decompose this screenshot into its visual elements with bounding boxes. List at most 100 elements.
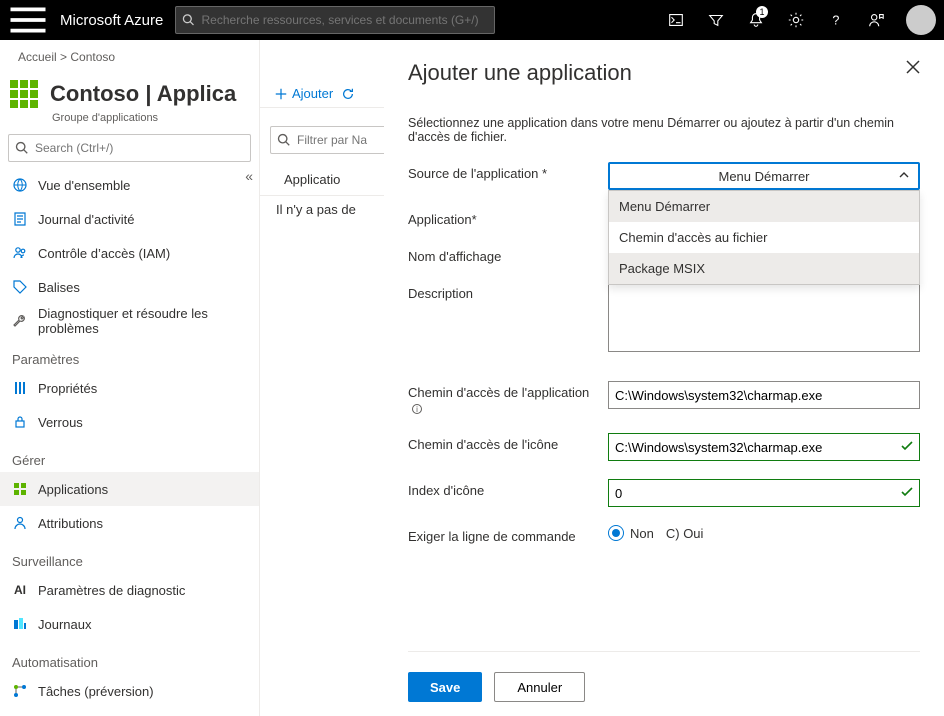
people-icon [12, 245, 28, 261]
label-require-cmdline: Exiger la ligne de commande [408, 525, 598, 544]
directories-button[interactable] [698, 0, 734, 40]
nav-overview[interactable]: Vue d'ensemble [0, 168, 259, 202]
label-description: Description [408, 282, 598, 301]
icon-path-input[interactable] [608, 433, 920, 461]
globe-icon [12, 177, 28, 193]
add-application-panel: Ajouter une application Sélectionnez une… [384, 40, 944, 716]
grid-icon [12, 481, 28, 497]
person-icon [12, 515, 28, 531]
hamburger-icon [8, 0, 48, 40]
sidebar-search-input[interactable] [35, 141, 250, 155]
add-label: Ajouter [292, 86, 333, 101]
svg-text:?: ? [832, 14, 839, 28]
nav-properties[interactable]: Propriétés [0, 371, 259, 405]
close-panel-button[interactable] [906, 60, 920, 77]
terminal-icon [667, 11, 685, 29]
radio-yes[interactable]: C) Oui [666, 526, 704, 541]
save-button[interactable]: Save [408, 672, 482, 702]
section-surveillance: Surveillance [0, 540, 259, 573]
filter-icon [707, 11, 725, 29]
nav-list: Vue d'ensemble Journal d'activité Contrô… [0, 168, 259, 708]
ai-icon: AI [12, 582, 28, 598]
radio-yes-label: C) Oui [666, 526, 704, 541]
topbar-actions: 1 ? [658, 0, 936, 40]
check-icon [900, 439, 914, 456]
page-title: Contoso | Applica [50, 81, 236, 107]
app-path-input[interactable] [608, 381, 920, 409]
nav-label: Diagnostiquer et résoudre les problèmes [38, 306, 247, 336]
search-icon [277, 133, 291, 147]
nav-applications[interactable]: Applications [0, 472, 259, 506]
nav-label: Vue d'ensemble [38, 178, 130, 193]
refresh-button[interactable] [341, 87, 359, 101]
nav-label: Journal d'activité [38, 212, 134, 227]
settings-button[interactable] [778, 0, 814, 40]
panel-footer: Save Annuler [408, 651, 920, 704]
global-search-input[interactable] [202, 13, 489, 27]
radio-no[interactable]: Non [608, 525, 654, 541]
notification-count: 1 [756, 6, 768, 18]
nav-activity-log[interactable]: Journal d'activité [0, 202, 259, 236]
nav-logs[interactable]: Journaux [0, 607, 259, 641]
section-params: Paramètres [0, 338, 259, 371]
lock-icon [12, 414, 28, 430]
feedback-button[interactable] [858, 0, 894, 40]
nav-label: Journaux [38, 617, 91, 632]
nav-diagnose[interactable]: Diagnostiquer et résoudre les problèmes [0, 304, 259, 338]
log-icon [12, 211, 28, 227]
logs-icon [12, 616, 28, 632]
cancel-button[interactable]: Annuler [494, 672, 585, 702]
nav-label: Contrôle d’accès (IAM) [38, 246, 170, 261]
user-avatar[interactable] [906, 5, 936, 35]
section-manage: Gérer [0, 439, 259, 472]
nav-label: Verrous [38, 415, 83, 430]
panel-description: Sélectionnez une application dans votre … [408, 116, 920, 144]
nav-label: Tâches (préversion) [38, 684, 154, 699]
nav-label: Balises [38, 280, 80, 295]
hamburger-menu[interactable] [8, 0, 48, 40]
notifications-button[interactable]: 1 [738, 0, 774, 40]
properties-icon [12, 380, 28, 396]
nav-diag-settings[interactable]: AI Paramètres de diagnostic [0, 573, 259, 607]
chevron-up-icon [898, 169, 910, 184]
label-icon-index: Index d'icône [408, 479, 598, 498]
nav-access-control[interactable]: Contrôle d’accès (IAM) [0, 236, 259, 270]
close-icon [906, 60, 920, 74]
plus-icon [274, 87, 288, 101]
source-option-file-path[interactable]: Chemin d'accès au fichier [609, 222, 919, 253]
help-button[interactable]: ? [818, 0, 854, 40]
label-app-path: Chemin d'accès de l'applicationi [408, 381, 598, 415]
nav-assignments[interactable]: Attributions [0, 506, 259, 540]
app-group-icon [10, 80, 38, 108]
search-icon [182, 13, 195, 27]
gear-icon [787, 11, 805, 29]
collapse-sidebar-button[interactable]: « [245, 168, 253, 184]
help-icon: ? [827, 11, 845, 29]
source-option-msix[interactable]: Package MSIX [609, 253, 919, 284]
cloud-shell-button[interactable] [658, 0, 694, 40]
refresh-icon [341, 87, 355, 101]
topbar: Microsoft Azure 1 ? [0, 0, 944, 40]
panel-title: Ajouter une application [408, 60, 632, 86]
page-subtitle: Groupe d'applications [0, 112, 259, 124]
check-icon [900, 485, 914, 502]
nav-label: Paramètres de diagnostic [38, 583, 185, 598]
description-textarea[interactable] [608, 282, 920, 352]
sidebar: Contoso | Applica Groupe d'applications … [0, 40, 260, 716]
source-dropdown-list: Menu Démarrer Chemin d'accès au fichier … [608, 190, 920, 285]
nav-tasks[interactable]: Tâches (préversion) [0, 674, 259, 708]
sidebar-search[interactable] [8, 134, 251, 162]
info-icon[interactable]: i [412, 404, 422, 414]
source-option-start-menu[interactable]: Menu Démarrer [609, 191, 919, 222]
global-search[interactable] [175, 6, 495, 34]
search-icon [15, 141, 29, 155]
add-button[interactable]: Ajouter [274, 86, 333, 101]
column-app: Applicatio [284, 172, 340, 187]
icon-index-input[interactable] [608, 479, 920, 507]
source-dropdown[interactable]: Menu Démarrer [608, 162, 920, 190]
wrench-icon [12, 313, 28, 329]
nav-label: Attributions [38, 516, 103, 531]
nav-tags[interactable]: Balises [0, 270, 259, 304]
nav-label: Propriétés [38, 381, 97, 396]
nav-locks[interactable]: Verrous [0, 405, 259, 439]
